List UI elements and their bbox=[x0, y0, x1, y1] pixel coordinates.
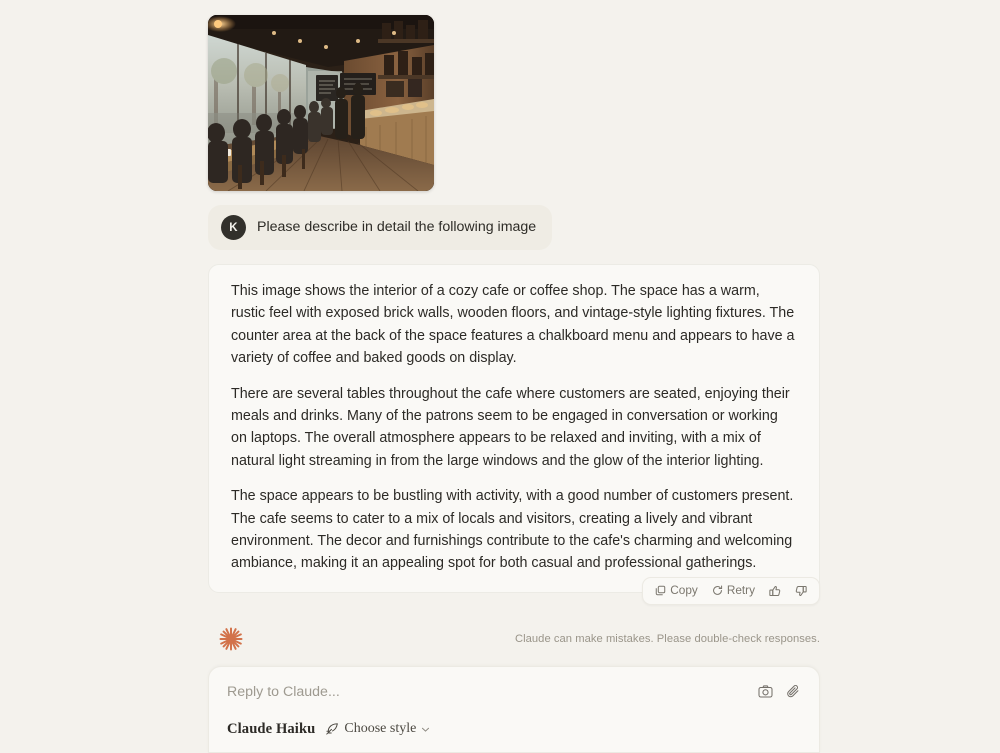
assistant-paragraph-3: The space appears to be bustling with ac… bbox=[231, 488, 794, 572]
model-selector[interactable]: Claude Haiku bbox=[227, 721, 315, 738]
copy-label: Copy bbox=[670, 582, 698, 597]
user-message-bubble: K Please describe in detail the followin… bbox=[208, 205, 553, 250]
user-message-text: Please describe in detail the following … bbox=[257, 219, 537, 236]
composer-top-row: Reply to Claude... bbox=[227, 683, 801, 700]
quill-pen-icon bbox=[325, 722, 339, 736]
conversation-column: K Please describe in detail the followin… bbox=[208, 0, 820, 753]
composer-icon-group bbox=[758, 683, 801, 699]
reply-input[interactable]: Reply to Claude... bbox=[227, 683, 758, 700]
message-actions-bar: Copy Retry bbox=[642, 576, 820, 605]
attached-image[interactable] bbox=[208, 15, 434, 191]
thumbs-down-button[interactable] bbox=[790, 582, 812, 600]
retry-icon bbox=[712, 585, 723, 596]
copy-button[interactable]: Copy bbox=[650, 582, 703, 600]
thumbs-up-button[interactable] bbox=[764, 582, 786, 600]
paperclip-icon[interactable] bbox=[786, 684, 801, 699]
chevron-down-icon bbox=[421, 725, 430, 734]
footer-row: Claude can make mistakes. Please double-… bbox=[208, 624, 820, 654]
composer-bottom-row: Claude Haiku Choose style bbox=[227, 721, 801, 738]
claude-starburst-logo-icon bbox=[218, 626, 244, 652]
thumbs-up-icon bbox=[769, 585, 781, 597]
disclaimer-text: Claude can make mistakes. Please double-… bbox=[514, 632, 820, 645]
retry-label: Retry bbox=[726, 582, 755, 597]
user-message-row: K Please describe in detail the followin… bbox=[208, 205, 820, 250]
retry-button[interactable]: Retry bbox=[707, 582, 760, 600]
choose-style-button[interactable]: Choose style bbox=[325, 721, 430, 737]
composer: Reply to Claude... Claude Haiku Choose s… bbox=[208, 665, 820, 753]
choose-style-label: Choose style bbox=[344, 721, 417, 737]
assistant-response-card: This image shows the interior of a cozy … bbox=[208, 264, 820, 593]
assistant-paragraph-2: There are several tables throughout the … bbox=[231, 385, 790, 469]
avatar: K bbox=[221, 215, 246, 240]
thumbs-down-icon bbox=[795, 585, 807, 597]
message-actions-row: Copy Retry bbox=[208, 576, 820, 605]
cafe-interior-photo bbox=[208, 15, 434, 191]
copy-icon bbox=[655, 585, 666, 596]
assistant-paragraph-1: This image shows the interior of a cozy … bbox=[231, 283, 795, 367]
camera-icon[interactable] bbox=[758, 684, 773, 699]
